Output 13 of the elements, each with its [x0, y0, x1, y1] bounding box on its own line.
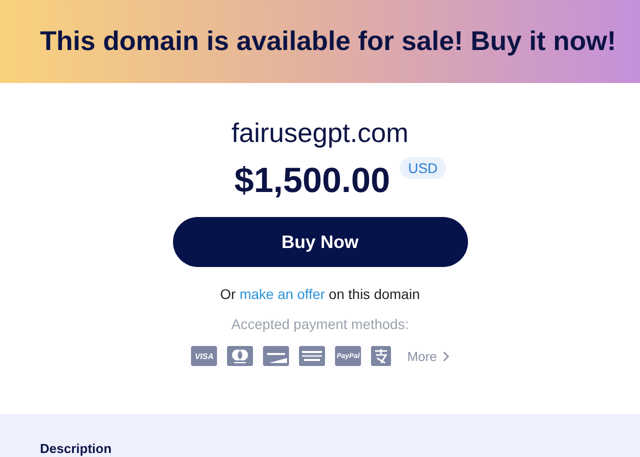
- currency-badge: USD: [400, 157, 446, 179]
- offer-text: Or make an offer on this domain: [220, 286, 420, 302]
- chevron-right-icon: [442, 350, 449, 362]
- banner-title: This domain is available for sale! Buy it now!: [38, 26, 616, 57]
- visa-card-icon: VISA: [191, 346, 218, 366]
- domain-name: fairusegpt.com: [231, 117, 409, 149]
- price: $1,500.00: [234, 160, 390, 202]
- payment-methods-label: Accepted payment methods:: [231, 316, 409, 332]
- description-heading: Description: [40, 441, 112, 456]
- buy-now-button[interactable]: Buy Now: [172, 217, 468, 267]
- make-offer-link[interactable]: make an offer: [240, 286, 325, 302]
- mastercard-icon: [227, 346, 254, 366]
- more-link[interactable]: More: [407, 348, 449, 364]
